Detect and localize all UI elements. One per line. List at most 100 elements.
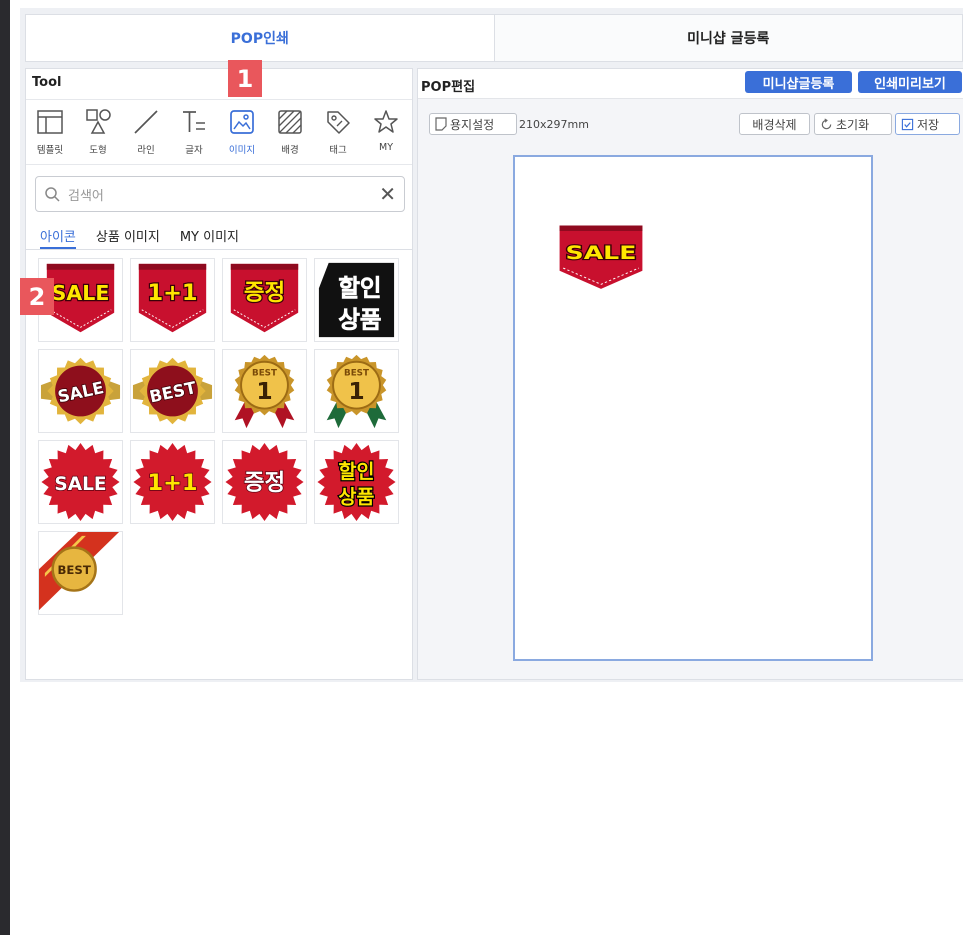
subtab-my-images[interactable]: MY 이미지 xyxy=(180,226,239,249)
text-icon xyxy=(183,111,205,132)
sticker-medal-icon: BEST1 xyxy=(326,354,387,429)
image-icon xyxy=(230,110,254,134)
tag-icon xyxy=(327,111,350,134)
tool-label: 글자 xyxy=(185,145,203,156)
sticker-block-icon: 할인상품 xyxy=(318,262,395,338)
subtab-product-images[interactable]: 상품 이미지 xyxy=(96,226,160,249)
tool-label: MY xyxy=(379,142,393,153)
page-icon xyxy=(435,117,447,131)
sticker-pennant-icon: 증정 xyxy=(230,263,299,333)
delete-background-label: 배경삭제 xyxy=(752,117,797,132)
step-badge-1: 1 xyxy=(228,60,262,97)
line-icon xyxy=(134,110,158,134)
window-left-edge xyxy=(0,0,10,935)
tool-shape[interactable]: 도형 xyxy=(74,100,122,164)
tool-background[interactable]: 배경 xyxy=(266,100,314,164)
icon-item[interactable]: 할인 상품 xyxy=(314,440,399,524)
tool-label: 라인 xyxy=(137,145,155,156)
svg-text:상품: 상품 xyxy=(338,305,381,333)
search-icon xyxy=(45,187,60,202)
icon-item[interactable]: 증정 xyxy=(222,440,307,524)
icon-item[interactable]: SALE xyxy=(38,440,123,524)
pop-editor: POP편집 미니샵글등록 인쇄미리보기 용지설정 210x297mm 배경삭제 … xyxy=(417,68,963,680)
icon-item[interactable]: 할인상품 xyxy=(314,258,399,342)
sticker-corner-icon: BEST xyxy=(39,532,120,611)
svg-text:증정: 증정 xyxy=(244,280,285,306)
sticker-pennant-icon: 1+1 xyxy=(138,263,207,333)
svg-text:할인: 할인 xyxy=(338,274,381,302)
tool-text[interactable]: 글자 xyxy=(170,100,218,164)
svg-text:상품: 상품 xyxy=(339,485,375,508)
pop-app: POP인쇄 미니샵 글등록 Tool 템플릿 도형 라인 글자 이미지 배경 태… xyxy=(20,8,963,682)
tool-row: 템플릿 도형 라인 글자 이미지 배경 태그 MY xyxy=(26,99,412,165)
sticker-burst-icon: SALE xyxy=(41,442,120,522)
svg-text:1+1: 1+1 xyxy=(147,280,197,306)
background-icon xyxy=(278,110,302,134)
minishop-post-button[interactable]: 미니샵글등록 xyxy=(745,71,852,93)
sticker-burst2-icon: 할인상품 xyxy=(317,442,396,522)
icon-subtabs: 아이콘 상품 이미지 MY 이미지 xyxy=(26,226,412,250)
tool-label: 이미지 xyxy=(228,145,256,156)
reset-button[interactable]: 초기화 xyxy=(814,113,892,135)
top-tabs: POP인쇄 미니샵 글등록 xyxy=(25,14,963,62)
save-icon xyxy=(901,118,914,130)
pop-canvas-page[interactable]: SALE xyxy=(513,155,873,661)
tool-label: 배경 xyxy=(281,145,299,156)
shape-icon xyxy=(86,109,111,134)
icon-item[interactable]: BEST xyxy=(38,531,123,615)
editor-header: POP편집 미니샵글등록 인쇄미리보기 xyxy=(418,69,963,99)
tool-panel-title: Tool xyxy=(32,75,62,90)
icon-item[interactable]: BEST xyxy=(130,349,215,433)
tool-my[interactable]: MY xyxy=(362,100,410,164)
tab-minishop-post[interactable]: 미니샵 글등록 xyxy=(493,15,962,61)
svg-text:SALE: SALE xyxy=(52,281,110,305)
tool-line[interactable]: 라인 xyxy=(122,100,170,164)
sticker-burst-icon: 증정 xyxy=(225,442,304,522)
tab-pop-print[interactable]: POP인쇄 xyxy=(26,15,494,61)
tool-label: 템플릿 xyxy=(36,145,64,156)
svg-text:1: 1 xyxy=(256,377,272,405)
icon-item[interactable]: 1+1 xyxy=(130,440,215,524)
tool-label: 태그 xyxy=(329,145,347,156)
svg-text:SALE: SALE xyxy=(54,474,106,495)
svg-text:1: 1 xyxy=(348,377,364,405)
clear-search-icon[interactable]: ✕ xyxy=(379,184,396,204)
icon-item[interactable]: 1+1 xyxy=(130,258,215,342)
tool-tag[interactable]: 태그 xyxy=(314,100,362,164)
template-icon xyxy=(37,110,63,134)
icon-item[interactable]: BEST 1 xyxy=(314,349,399,433)
delete-background-button[interactable]: 배경삭제 xyxy=(739,113,810,135)
icon-item[interactable]: 증정 xyxy=(222,258,307,342)
search-input[interactable]: 검색어 xyxy=(68,185,379,204)
icon-item[interactable]: SALE xyxy=(38,349,123,433)
svg-text:1+1: 1+1 xyxy=(147,470,197,496)
icon-grid: SALE 1+1 증정 할인 상품 SALE BEST BEST 1 BEST 1 SALE 1+1 증정… xyxy=(38,258,399,615)
paper-setting-button[interactable]: 용지설정 xyxy=(429,113,517,135)
paper-size: 210x297mm xyxy=(519,118,589,131)
sale-pennant-icon: SALE xyxy=(559,225,643,289)
svg-text:할인: 할인 xyxy=(339,460,375,483)
sticker-burst-icon: 1+1 xyxy=(133,442,212,522)
editor-title: POP편집 xyxy=(421,80,476,95)
subtab-icons[interactable]: 아이콘 xyxy=(40,226,76,249)
icon-item[interactable]: BEST 1 xyxy=(222,349,307,433)
tool-template[interactable]: 템플릿 xyxy=(26,100,74,164)
tool-label: 도형 xyxy=(89,145,107,156)
tool-image[interactable]: 이미지 xyxy=(218,100,266,164)
svg-text:SALE: SALE xyxy=(566,242,637,264)
sticker-medal-icon: BEST1 xyxy=(234,354,295,429)
reset-icon xyxy=(821,117,832,129)
star-icon xyxy=(374,110,398,133)
save-label: 저장 xyxy=(917,117,940,132)
svg-text:BEST: BEST xyxy=(57,563,90,577)
search-box: 검색어 ✕ xyxy=(35,176,405,212)
reset-label: 초기화 xyxy=(836,117,870,132)
step-badge-2: 2 xyxy=(20,278,54,315)
canvas-sale-sticker[interactable]: SALE xyxy=(550,221,652,297)
print-preview-button[interactable]: 인쇄미리보기 xyxy=(858,71,962,93)
sticker-seal-icon: SALE xyxy=(40,357,121,425)
paper-setting-label: 용지설정 xyxy=(450,117,495,132)
sticker-seal-icon: BEST xyxy=(132,357,213,425)
save-button[interactable]: 저장 xyxy=(895,113,960,135)
tool-panel: Tool 템플릿 도형 라인 글자 이미지 배경 태그 MY 검색어 ✕ 아이콘… xyxy=(25,68,413,680)
